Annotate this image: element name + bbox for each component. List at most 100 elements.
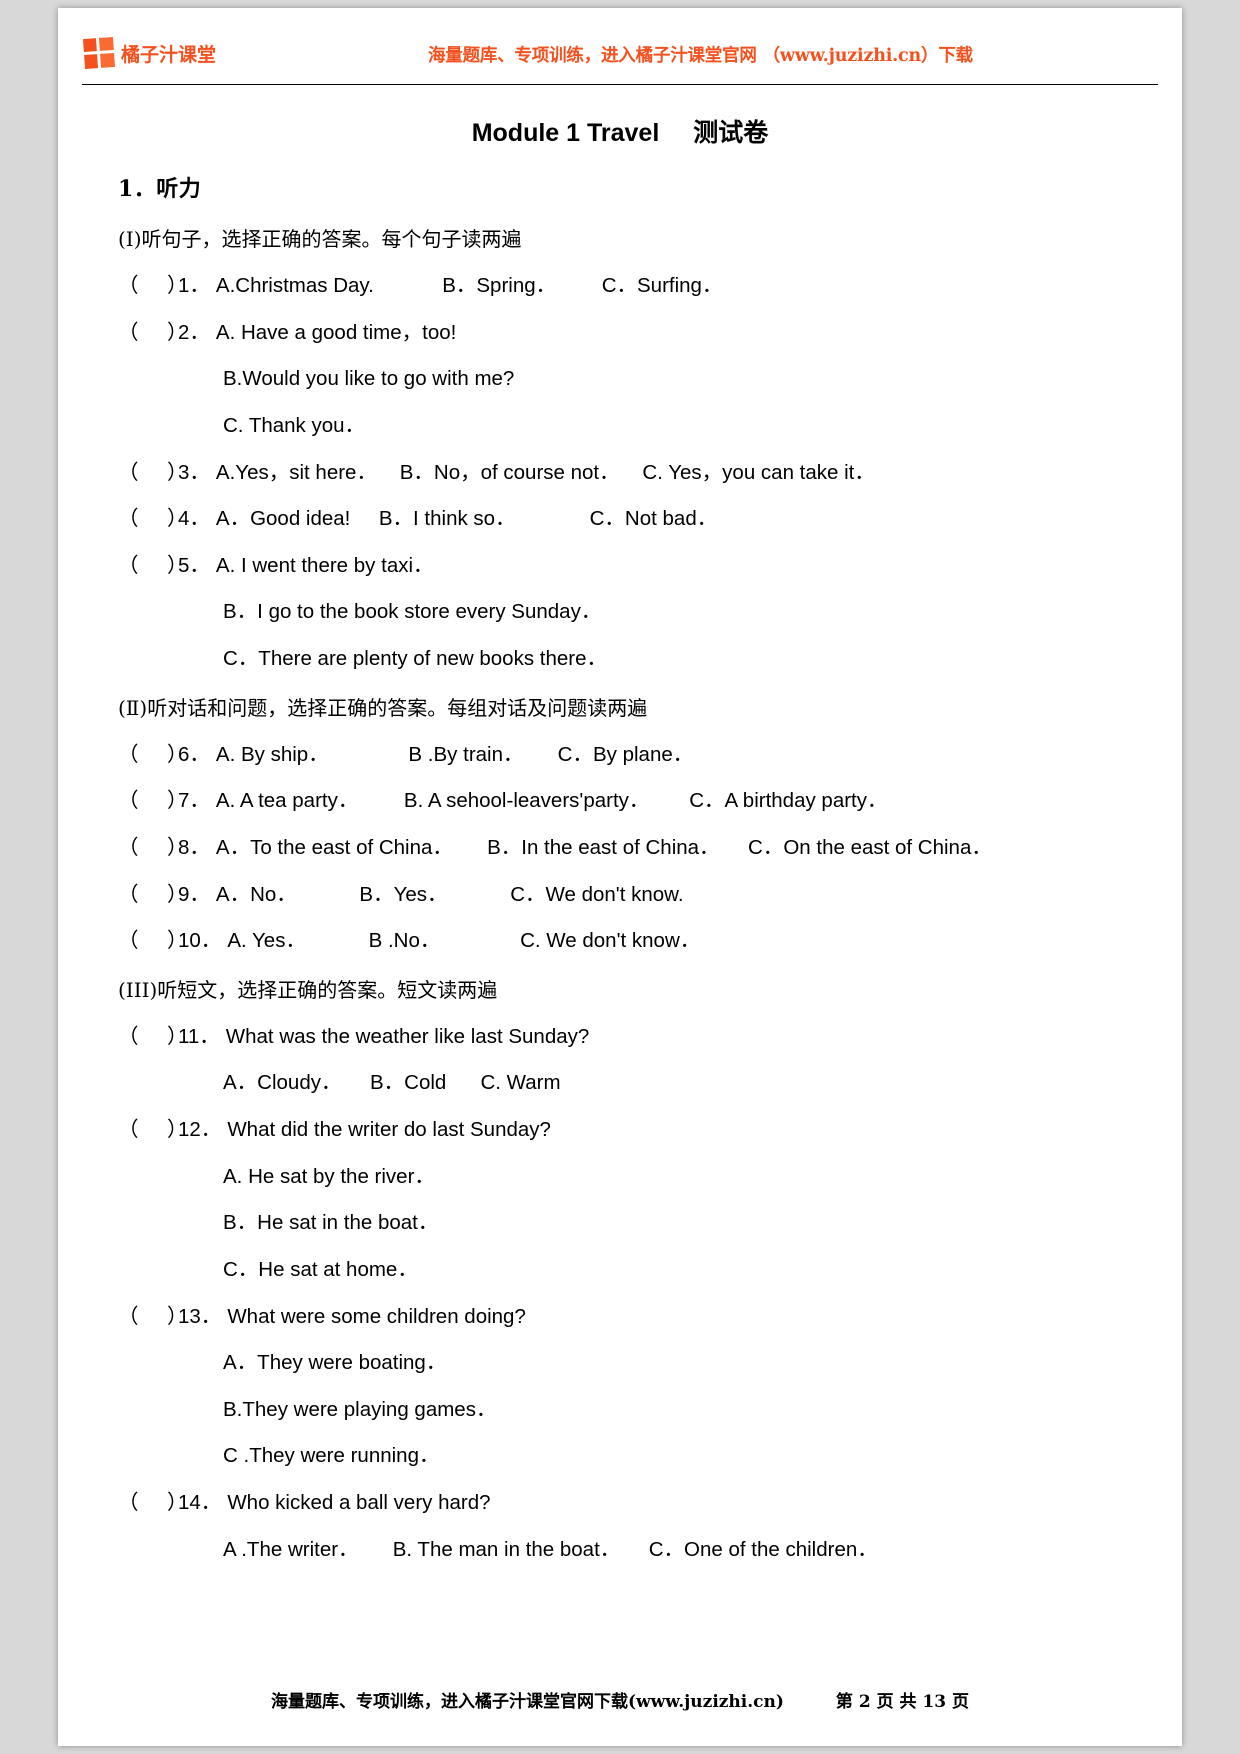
question-number: 11．: [178, 1024, 220, 1048]
question-block-part3: （ ） 11． What was the weather like last Sun…: [118, 1024, 1158, 1563]
site-logo[interactable]: 橘子汁课堂: [82, 36, 217, 70]
option-text: C．He sat at home．: [223, 1257, 418, 1281]
question-text: What did the writer do last Sunday?: [227, 1118, 551, 1141]
option-indent: [118, 366, 223, 392]
question-row[interactable]: （ ） 11． What was the weather like last Sun…: [118, 1024, 1158, 1050]
question-option-row: C．There are plenty of new books there．: [118, 646, 1158, 672]
answer-bracket[interactable]: （ ）: [118, 1024, 187, 1050]
footer-promo-text: 海量题库、专项训练，进入橘子汁课堂官网下载(www.juzizhi.cn): [271, 1692, 784, 1712]
question-number: 5．: [178, 553, 210, 577]
question-text: A.Christmas Day. B．Spring． C．Surfing．: [215, 274, 723, 297]
question-number: 10．: [178, 929, 222, 953]
answer-bracket[interactable]: （ ）: [118, 553, 187, 579]
option-indent: [118, 646, 223, 672]
question-row[interactable]: （ ） 7． A. A tea party． B. A sehool-leavers…: [118, 788, 1158, 814]
answer-bracket[interactable]: （ ）: [118, 882, 187, 908]
question-text: A. Yes． B .No． C. We don't know．: [227, 929, 701, 953]
option-indent: [118, 1070, 223, 1096]
question-text: A. I went there by taxi．: [215, 553, 434, 577]
option-indent: [118, 1397, 223, 1423]
option-indent: [118, 413, 223, 439]
question-number: 3．: [178, 460, 210, 484]
question-option-row: A．Cloudy． B．Cold C. Warm: [118, 1070, 1158, 1096]
question-text: A．To the east of China． B．In the east of…: [215, 835, 992, 859]
question-text: A. Have a good time，too!: [215, 320, 457, 344]
question-block-part2: （ ） 6． A. By ship． B .By train． C．By plane…: [118, 742, 1158, 954]
question-number: 12．: [178, 1118, 222, 1141]
exam-content: 1．听力 (I)听句子，选择正确的答案。每个句子读两遍 （ ） 1． A.Chris…: [58, 171, 1182, 1562]
option-text: B.Would you like to go with me?: [223, 367, 515, 391]
question-text: A. By ship． B .By train． C．By plane．: [215, 742, 694, 766]
question-number: 4．: [178, 507, 210, 531]
option-indent: [118, 599, 223, 625]
answer-bracket[interactable]: （ ）: [118, 835, 187, 861]
section-heading-listening: 1．听力: [118, 176, 202, 202]
answer-bracket[interactable]: （ ）: [118, 460, 187, 486]
option-indent: [118, 1537, 223, 1563]
question-option-row: C．He sat at home．: [118, 1257, 1158, 1283]
option-text: C．There are plenty of new books there．: [223, 647, 607, 670]
page-header: 橘子汁课堂 海量题库、专项训练，进入橘子汁课堂官网 （www.juzizhi.c…: [58, 8, 1182, 85]
question-number: 7．: [178, 789, 210, 813]
question-option-row: C. Thank you．: [118, 413, 1158, 439]
logo-label: 橘子汁课堂: [121, 43, 217, 66]
question-number: 8．: [178, 835, 210, 859]
option-text: A. He sat by the river．: [223, 1164, 435, 1188]
question-row[interactable]: （ ） 2． A. Have a good time，too!: [118, 320, 1158, 346]
question-number: 13．: [178, 1304, 222, 1328]
answer-bracket[interactable]: （ ）: [118, 1117, 187, 1143]
question-number: 14．: [178, 1491, 222, 1514]
question-text: A. A tea party． B. A sehool-leavers'part…: [215, 789, 888, 813]
page-footer: 海量题库、专项训练，进入橘子汁课堂官网下载(www.juzizhi.cn) 第 …: [58, 1687, 1182, 1712]
option-text: B．I go to the book store every Sunday．: [223, 600, 602, 624]
answer-bracket[interactable]: （ ）: [118, 1490, 187, 1516]
question-option-row: A. He sat by the river．: [118, 1164, 1158, 1190]
answer-bracket[interactable]: （ ）: [118, 928, 187, 954]
option-indent: [118, 1210, 223, 1236]
title-english: Module 1 Travel: [471, 119, 660, 147]
question-row[interactable]: （ ） 4． A．Good idea! B．I think so． C．Not ba…: [118, 506, 1158, 532]
option-text: A .The writer． B. The man in the boat． C…: [223, 1537, 878, 1561]
question-row[interactable]: （ ） 1． A.Christmas Day. B．Spring． C．Surfin…: [118, 273, 1158, 299]
question-row[interactable]: （ ） 12． What did the writer do last Sunday…: [118, 1117, 1158, 1143]
footer-page-number: 第 2 页 共 13 页: [835, 1692, 969, 1712]
question-option-row: B．I go to the book store every Sunday．: [118, 599, 1158, 625]
four-squares-logo-icon: [82, 36, 116, 70]
question-option-row: A．They were boating．: [118, 1350, 1158, 1376]
option-text: B．He sat in the boat．: [223, 1211, 439, 1235]
option-indent: [118, 1443, 223, 1469]
question-row[interactable]: （ ） 10． A. Yes． B .No． C. We don't know．: [118, 928, 1158, 954]
answer-bracket[interactable]: （ ）: [118, 273, 187, 299]
part-heading-1: (I)听句子，选择正确的答案。每个句子读两遍: [118, 227, 522, 251]
header-promo-text: 海量题库、专项训练，进入橘子汁课堂官网 （www.juzizhi.cn）下载: [428, 46, 973, 66]
option-text: B.They were playing games．: [223, 1397, 497, 1421]
question-text: A．No． B．Yes． C．We don't know.: [215, 882, 684, 906]
question-number: 6．: [178, 742, 210, 766]
answer-bracket[interactable]: （ ）: [118, 506, 187, 532]
question-row[interactable]: （ ） 6． A. By ship． B .By train． C．By plane…: [118, 742, 1158, 768]
question-text: What was the weather like last Sunday?: [225, 1024, 590, 1048]
question-number: 2．: [178, 320, 210, 344]
option-indent: [118, 1164, 223, 1190]
option-indent: [118, 1257, 223, 1283]
question-option-row: B.Would you like to go with me?: [118, 366, 1158, 392]
question-row[interactable]: （ ） 14． Who kicked a ball very hard?: [118, 1490, 1158, 1516]
question-block-part1: （ ） 1． A.Christmas Day. B．Spring． C．Surfin…: [118, 273, 1158, 672]
question-row[interactable]: （ ） 5． A. I went there by taxi．: [118, 553, 1158, 579]
answer-bracket[interactable]: （ ）: [118, 320, 187, 346]
question-number: 1．: [178, 274, 210, 297]
question-row[interactable]: （ ） 9． A．No． B．Yes． C．We don't know.: [118, 882, 1158, 908]
question-text: A.Yes，sit here． B．No，of course not． C. Y…: [215, 460, 875, 484]
answer-bracket[interactable]: （ ）: [118, 1304, 187, 1330]
answer-bracket[interactable]: （ ）: [118, 788, 187, 814]
option-text: C. Thank you．: [223, 413, 366, 437]
part-heading-3: (III)听短文，选择正确的答案。短文读两遍: [118, 977, 498, 1002]
question-option-row: A .The writer． B. The man in the boat． C…: [118, 1537, 1158, 1563]
question-row[interactable]: （ ） 8． A．To the east of China． B．In the ea…: [118, 835, 1158, 861]
question-row[interactable]: （ ） 13． What were some children doing?: [118, 1304, 1158, 1330]
question-option-row: B．He sat in the boat．: [118, 1210, 1158, 1236]
option-text: C .They were running．: [223, 1444, 440, 1468]
answer-bracket[interactable]: （ ）: [118, 742, 187, 768]
question-row[interactable]: （ ） 3． A.Yes，sit here． B．No，of course not．…: [118, 460, 1158, 486]
title-chinese: 测试卷: [693, 118, 769, 147]
